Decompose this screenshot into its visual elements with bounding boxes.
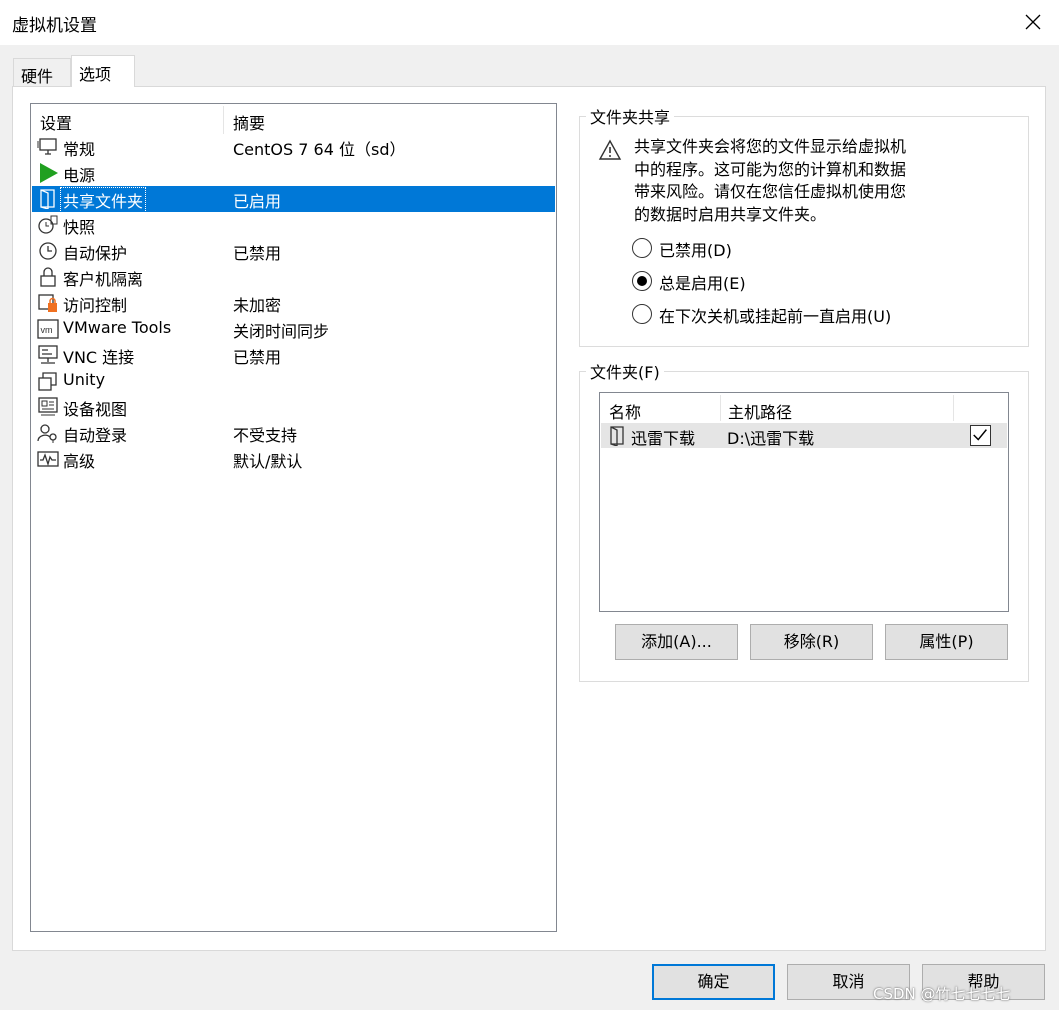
settings-row-summary: CentOS 7 64 位（sd） (233, 140, 406, 159)
radio-label[interactable]: 在下次关机或挂起前一直启用(U) (659, 303, 891, 327)
settings-row-name: 访问控制 (63, 296, 128, 315)
warning-line: 共享文件夹会将您的文件显示给虚拟机 (634, 137, 907, 156)
settings-row-name: 电源 (63, 166, 96, 185)
settings-row-name: VMware Tools (63, 318, 172, 337)
clock-icon (39, 242, 57, 260)
settings-row-summary: 已禁用 (233, 348, 282, 367)
radio-button[interactable] (632, 304, 652, 324)
settings-row-name: Unity (63, 370, 106, 389)
snapshot-icon (38, 215, 58, 234)
radio-button[interactable] (632, 238, 652, 258)
warning-line: 中的程序。这可能为您的计算机和数据 (634, 159, 907, 179)
column-header-host-path[interactable]: 主机路径 (728, 399, 792, 423)
shared-folder-icon (40, 189, 55, 209)
radio-until-poweroff[interactable]: 在下次关机或挂起前一直启用(U) (632, 302, 952, 326)
settings-row-name: 高级 (63, 452, 96, 471)
folder-row[interactable]: 迅雷下载 D:\迅雷下载 (601, 423, 1007, 448)
folder-enabled-checkbox[interactable] (970, 425, 991, 446)
folder-sharing-title: 文件夹共享 (586, 104, 675, 128)
settings-row-device-view[interactable]: 设备视图 (32, 394, 555, 420)
watermark: CSDN @竹七七七七 (873, 985, 1011, 1003)
close-icon[interactable] (1019, 8, 1047, 36)
settings-row-name: 常规 (63, 140, 96, 159)
settings-row-summary: 未加密 (233, 296, 282, 315)
warning-icon (598, 139, 622, 160)
add-folder-button[interactable]: 添加(A)... (615, 624, 738, 660)
settings-row-summary: 默认/默认 (233, 452, 303, 471)
settings-row-vmware-tools[interactable]: vm VMware Tools 关闭时间同步 (32, 316, 555, 342)
radio-label[interactable]: 已禁用(D) (659, 237, 732, 261)
column-divider[interactable] (953, 395, 954, 421)
column-header-summary[interactable]: 摘要 (233, 110, 265, 134)
access-control-icon (38, 294, 57, 312)
settings-row-name: 设备视图 (63, 400, 128, 419)
folder-properties-button[interactable]: 属性(P) (885, 624, 1008, 660)
settings-row-advanced[interactable]: 高级 默认/默认 (32, 446, 555, 472)
settings-row-summary: 已启用 (233, 192, 282, 211)
settings-row-vnc[interactable]: VNC 连接 已禁用 (32, 342, 555, 368)
settings-row-name: 客户机隔离 (63, 270, 144, 289)
remove-folder-button[interactable]: 移除(R) (750, 624, 873, 660)
monitor-icon (37, 138, 57, 155)
warning-line: 的数据时启用共享文件夹。 (634, 205, 827, 225)
sharing-warning-text: 共享文件夹会将您的文件显示给虚拟机 中的程序。这可能为您的计算机和数据 带来风险… (634, 136, 954, 227)
folder-list[interactable]: 名称 主机路径 迅雷下载 D:\迅雷下载 (599, 392, 1009, 612)
folders-title: 文件夹(F) (586, 359, 664, 383)
settings-row-access-control[interactable]: 访问控制 未加密 (32, 290, 555, 316)
tab-hardware[interactable]: 硬件 (13, 58, 71, 86)
lock-icon (40, 267, 56, 287)
window-title: 虚拟机设置 (12, 16, 97, 36)
folder-host-path: D:\迅雷下载 (727, 429, 815, 448)
settings-row-summary: 不受支持 (233, 426, 298, 445)
settings-row-general[interactable]: 常规 CentOS 7 64 位（sd） (32, 134, 555, 160)
ok-button[interactable]: 确定 (652, 964, 775, 1000)
settings-row-summary: 关闭时间同步 (233, 322, 330, 341)
settings-row-shared-folders[interactable]: 共享文件夹 已启用 (32, 186, 555, 213)
settings-row-isolation[interactable]: 客户机隔离 (32, 264, 555, 290)
column-header-name[interactable]: 名称 (609, 399, 641, 423)
folder-name: 迅雷下载 (631, 429, 696, 448)
radio-disabled[interactable]: 已禁用(D) (632, 236, 952, 260)
vmware-tools-icon: vm (37, 319, 59, 339)
settings-list[interactable]: 设置 摘要 常规 CentOS 7 64 位（sd） 电源 共享文件夹 已启用 … (30, 103, 557, 932)
settings-row-autoprotect[interactable]: 自动保护 已禁用 (32, 238, 555, 264)
radio-button-selected[interactable] (632, 271, 652, 291)
advanced-icon (37, 451, 59, 467)
settings-row-summary: 已禁用 (233, 244, 282, 263)
settings-row-unity[interactable]: Unity (32, 368, 555, 394)
checkmark-icon (973, 429, 987, 441)
radio-always-enabled[interactable]: 总是启用(E) (632, 269, 952, 293)
settings-row-name: 自动登录 (63, 426, 128, 445)
column-divider[interactable] (720, 395, 721, 421)
svg-text:vm: vm (41, 325, 53, 335)
power-icon (40, 163, 58, 183)
settings-row-power[interactable]: 电源 (32, 160, 555, 186)
settings-row-name: VNC 连接 (63, 348, 135, 367)
title-bar (0, 0, 1059, 45)
device-view-icon (38, 397, 58, 416)
warning-line: 带来风险。请仅在您信任虚拟机使用您 (634, 182, 907, 202)
radio-label[interactable]: 总是启用(E) (659, 270, 746, 294)
shared-folder-icon (610, 426, 624, 446)
vnc-icon (38, 345, 58, 364)
column-header-setting[interactable]: 设置 (40, 110, 72, 134)
settings-row-name: 共享文件夹 (59, 187, 147, 213)
column-divider[interactable] (223, 106, 224, 134)
unity-icon (38, 372, 57, 391)
settings-row-name: 快照 (63, 218, 96, 237)
settings-row-autologin[interactable]: 自动登录 不受支持 (32, 420, 555, 446)
autologin-icon (37, 424, 57, 443)
tab-options[interactable]: 选项 (71, 55, 135, 87)
settings-row-snapshots[interactable]: 快照 (32, 212, 555, 238)
settings-row-name: 自动保护 (63, 244, 128, 263)
